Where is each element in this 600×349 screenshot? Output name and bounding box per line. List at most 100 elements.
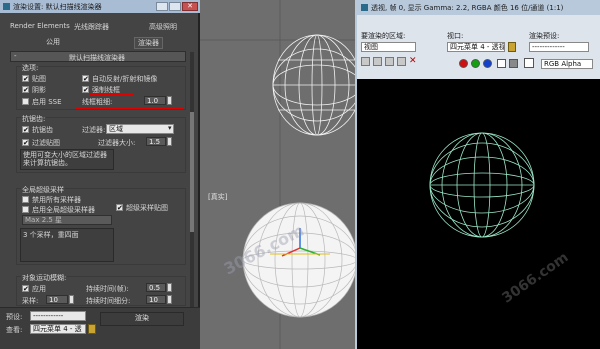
rollout-collapse-icon: - xyxy=(14,52,17,60)
viewport-area[interactable]: [真实] 3066.com xyxy=(200,0,362,349)
copy-image-icon[interactable] xyxy=(373,57,382,66)
channel-dropdown[interactable]: RGB Alpha xyxy=(541,59,593,69)
render-setup-dialog: 渲染设置: 默认扫描线渲染器 ✕ Render Elements 光线跟踪器 高… xyxy=(0,0,200,349)
wire-thickness-field[interactable]: 1.0 xyxy=(144,96,166,105)
filter-maps-checkbox[interactable] xyxy=(22,139,29,146)
clear-icon[interactable]: ✕ xyxy=(409,56,417,66)
motion-blur-apply-label: 应用 xyxy=(32,285,46,293)
supersample-maps-label: 超级采样贴图 xyxy=(126,204,168,212)
frame-app-icon xyxy=(361,4,368,11)
filter-description: 使用可变大小的区域过滤器来计算抗锯齿。 xyxy=(23,151,107,167)
maps-checkbox[interactable] xyxy=(22,75,29,82)
viewport-label[interactable]: [真实] xyxy=(208,192,227,202)
render-setup-title: 渲染设置: 默认扫描线渲染器 xyxy=(13,3,102,11)
close-button[interactable]: ✕ xyxy=(182,2,198,11)
print-image-icon[interactable] xyxy=(397,57,406,66)
viewport-lock-icon[interactable] xyxy=(508,42,516,52)
scrollbar-thumb[interactable] xyxy=(190,112,194,232)
filter-maps-label: 过滤贴图 xyxy=(32,139,60,147)
render-button[interactable]: 渲染 xyxy=(100,312,184,326)
subdiv-spinner[interactable] xyxy=(167,295,172,304)
force-wire-checkbox[interactable] xyxy=(82,86,89,93)
filter-label: 过滤器: xyxy=(82,126,106,134)
samples-label: 采样: xyxy=(22,297,39,305)
frame-toolbar: 要渲染的区域: 视图 视口: 四元菜单 4 - 透视 渲染预设: -------… xyxy=(357,15,600,79)
mono-toggle[interactable] xyxy=(509,59,518,68)
enable-sse-label: 启用 SSE xyxy=(32,98,62,106)
filter-description-box: 使用可变大小的区域过滤器来计算抗锯齿。 xyxy=(20,149,114,170)
color-swatch[interactable] xyxy=(524,58,534,68)
tabs-row-2: 公用 渲染器 xyxy=(4,36,190,49)
rendered-frame-window: 透视, 帧 0, 显示 Gamma: 2.2, RGBA 颜色 16 位/通道 … xyxy=(355,0,600,349)
wire-thickness-spinner[interactable] xyxy=(167,96,172,105)
frame-title: 透视, 帧 0, 显示 Gamma: 2.2, RGBA 颜色 16 位/通道 … xyxy=(371,4,564,12)
tab-advanced-lighting[interactable]: 高级照明 xyxy=(149,22,177,32)
subdiv-label: 持续时间细分: xyxy=(86,297,131,305)
minimize-button[interactable] xyxy=(156,2,168,11)
shadows-checkbox[interactable] xyxy=(22,86,29,93)
render-preset-label: 渲染预设: xyxy=(529,32,560,40)
save-image-icon[interactable] xyxy=(361,57,370,66)
frame-titlebar[interactable]: 透视, 帧 0, 显示 Gamma: 2.2, RGBA 颜色 16 位/通道 … xyxy=(357,0,600,15)
tab-raytracer[interactable]: 光线跟踪器 xyxy=(74,22,109,32)
enable-sse-checkbox[interactable] xyxy=(22,98,29,105)
auto-reflect-checkbox[interactable] xyxy=(82,75,89,82)
preset-dropdown[interactable]: ------------ xyxy=(30,311,86,321)
disable-all-samplers-checkbox[interactable] xyxy=(22,196,29,203)
alpha-channel-toggle[interactable] xyxy=(497,59,506,68)
maps-label: 贴图 xyxy=(32,75,46,83)
wire-thickness-underline xyxy=(76,107,184,109)
area-dropdown[interactable]: 视图 xyxy=(361,42,416,52)
filter-size-spinner[interactable] xyxy=(167,137,172,146)
motion-blur-header: 对象运动模糊: xyxy=(21,273,68,283)
global-supersampling-header: 全局超级采样 xyxy=(21,185,65,195)
duration-field[interactable]: 0.5 xyxy=(146,283,166,292)
render-setup-scrollbar[interactable] xyxy=(190,52,194,312)
filter-size-field[interactable]: 1.5 xyxy=(146,137,166,146)
tab-renderer[interactable]: 渲染器 xyxy=(134,37,163,49)
filter-size-label: 过滤器大小: xyxy=(98,139,136,147)
duration-label: 持续时间(帧): xyxy=(86,285,129,293)
filter-dropdown[interactable]: 区域 xyxy=(106,124,174,134)
enable-global-checkbox[interactable] xyxy=(22,206,29,213)
samples-spinner[interactable] xyxy=(69,295,74,304)
filter-dropdown-arrow: ▾ xyxy=(168,124,172,132)
render-preset-dropdown[interactable]: ------------- xyxy=(529,42,589,52)
blue-channel-dot[interactable] xyxy=(483,59,492,68)
lock-icon[interactable] xyxy=(88,324,96,334)
view-dropdown[interactable]: 四元菜单 4 - 透 xyxy=(30,324,86,334)
top-wire-sphere xyxy=(272,34,362,136)
tab-common[interactable]: 公用 xyxy=(46,37,60,47)
rendered-wire-sphere xyxy=(429,132,535,238)
sampler-dropdown[interactable]: Max 2.5 星 xyxy=(22,215,112,225)
wire-thickness-label: 线框粗细: xyxy=(82,98,113,106)
force-wire-underline xyxy=(90,94,134,96)
sampler-description: 3 个采样，重四面 xyxy=(23,231,79,239)
duration-spinner[interactable] xyxy=(167,283,172,292)
antialiasing-header: 抗锯齿: xyxy=(21,114,47,124)
area-label: 要渲染的区域: xyxy=(361,32,406,40)
antialias-label: 抗锯齿 xyxy=(32,126,53,134)
tabs-row-1: Render Elements 光线跟踪器 高级照明 xyxy=(4,22,190,32)
red-channel-dot[interactable] xyxy=(459,59,468,68)
viewport-dropdown[interactable]: 四元菜单 4 - 透视 xyxy=(447,42,505,52)
preset-label: 预设: xyxy=(6,313,23,321)
maximize-button[interactable] xyxy=(169,2,181,11)
subdiv-field[interactable]: 10 xyxy=(146,295,166,304)
rollout-title: 默认扫描线渲染器 xyxy=(69,54,125,62)
view-label: 查看: xyxy=(6,326,23,334)
disable-all-samplers-label: 禁用所有采样器 xyxy=(32,196,81,204)
antialias-checkbox[interactable] xyxy=(22,126,29,133)
rollout-header[interactable]: - 默认扫描线渲染器 xyxy=(10,51,186,62)
motion-blur-apply-checkbox[interactable] xyxy=(22,285,29,292)
render-setup-titlebar[interactable]: 渲染设置: 默认扫描线渲染器 ✕ xyxy=(0,0,200,13)
enable-global-label: 启用全局超级采样器 xyxy=(32,206,95,214)
clone-frame-icon[interactable] xyxy=(385,57,394,66)
supersample-maps-checkbox[interactable] xyxy=(116,204,123,211)
green-channel-dot[interactable] xyxy=(471,59,480,68)
options-header: 选项: xyxy=(21,63,40,73)
app-icon xyxy=(3,3,10,10)
frame-watermark: 3066.com xyxy=(499,249,572,307)
samples-field[interactable]: 10 xyxy=(46,295,68,304)
tab-render-elements[interactable]: Render Elements xyxy=(10,22,70,30)
